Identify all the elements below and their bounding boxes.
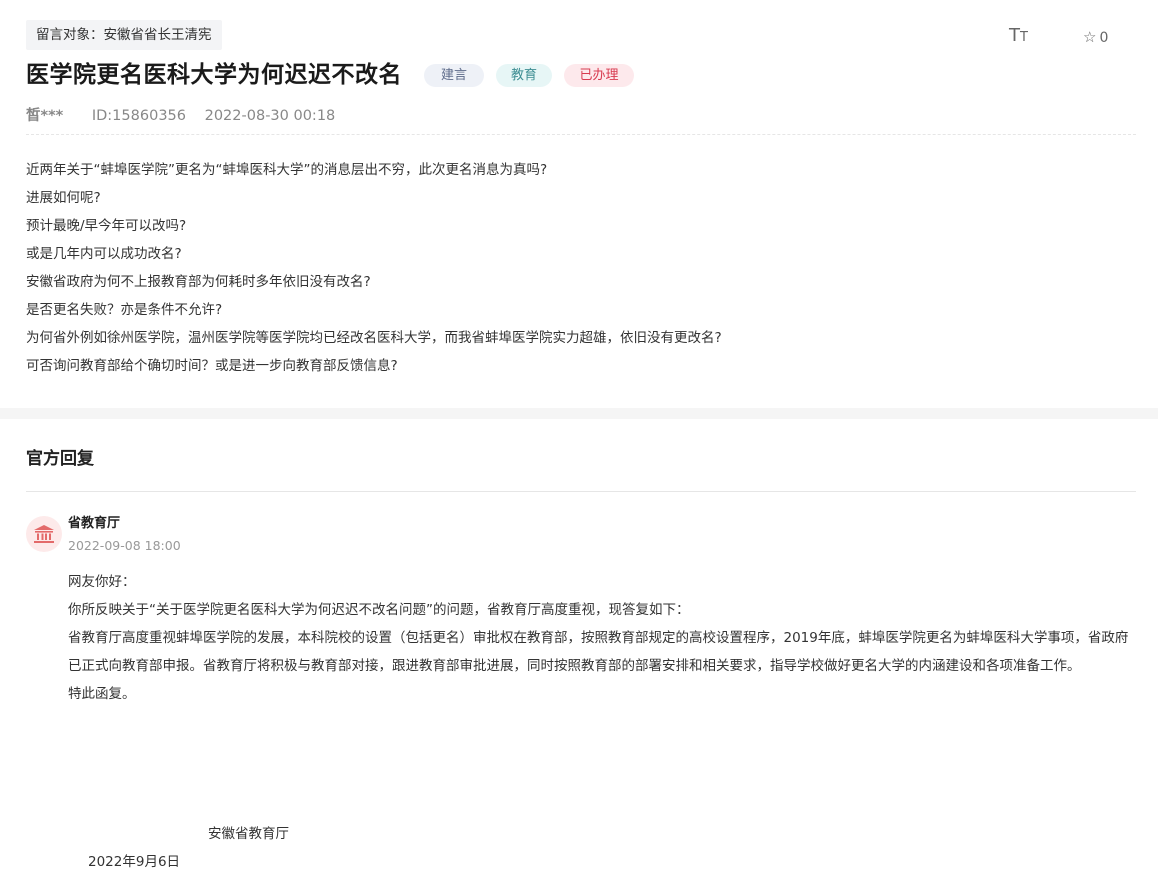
reply-paragraph: 你所反映关于“关于医学院更名医科大学为何迟迟不改名问题”的问题，省教育厅高度重视… xyxy=(68,602,690,618)
body-line: 为何省外例如徐州医学院，温州医学院等医学院均已经改名医科大学，而我省蚌埠医学院实… xyxy=(26,330,722,346)
author-name: 皙*** xyxy=(26,108,64,124)
signature-date: 2022年9月6日 xyxy=(88,854,181,870)
font-size-icon: TT xyxy=(1009,25,1028,46)
tag-status: 已办理 xyxy=(564,64,634,87)
favorite-button[interactable]: ☆ 0 xyxy=(1083,27,1108,48)
divider xyxy=(26,491,1136,492)
reply-paragraph: 网友你好： xyxy=(68,574,136,590)
star-icon: ☆ xyxy=(1083,28,1097,46)
signature-organization: 安徽省教育厅 xyxy=(208,826,289,842)
body-line: 进展如何呢? xyxy=(26,190,101,206)
reply-department: 省教育厅 xyxy=(68,516,121,531)
message-time: 2022-08-30 00:18 xyxy=(204,108,336,124)
body-line: 可否询问教育部给个确切时间？或是进一步向教育部反馈信息? xyxy=(26,358,398,374)
message-meta: 皙*** ID:15860356 2022-08-30 00:18 xyxy=(26,106,335,126)
body-line: 或是几年内可以成功改名? xyxy=(26,246,182,262)
favorite-count: 0 xyxy=(1099,30,1109,46)
body-line: 是否更名失败？亦是条件不允许? xyxy=(26,302,223,318)
reply-paragraph: 省教育厅高度重视蚌埠医学院的发展，本科院校的设置（包括更名）审批权在教育部，按照… xyxy=(68,630,1129,674)
tag-category: 教育 xyxy=(496,64,552,87)
reply-paragraph: 特此函复。 xyxy=(68,686,136,702)
department-avatar xyxy=(26,516,62,552)
tag-type: 建言 xyxy=(424,64,484,87)
message-title: 医学院更名医科大学为何迟迟不改名 xyxy=(26,62,402,88)
font-size-toggle-button[interactable]: TT xyxy=(1009,25,1028,49)
message-body: 近两年关于“蚌埠医学院”更名为“蚌埠医科大学”的消息层出不穷，此次更名消息为真吗… xyxy=(26,156,1136,380)
reply-time: 2022-09-08 18:00 xyxy=(68,538,181,553)
body-line: 预计最晚/早今年可以改吗? xyxy=(26,218,187,234)
body-line: 安徽省政府为何不上报教育部为何耗时多年依旧没有改名? xyxy=(26,274,371,290)
body-line: 近两年关于“蚌埠医学院”更名为“蚌埠医科大学”的消息层出不穷，此次更名消息为真吗… xyxy=(26,162,548,178)
message-id: ID:15860356 xyxy=(91,108,186,124)
message-section: 留言对象：安徽省省长王清宪 医学院更名医科大学为何迟迟不改名 建言 教育 已办理… xyxy=(0,0,1158,408)
message-target-chip: 留言对象：安徽省省长王清宪 xyxy=(26,20,222,50)
reply-section-title: 官方回复 xyxy=(26,449,94,469)
divider xyxy=(26,134,1136,135)
section-separator xyxy=(0,408,1158,419)
government-building-icon xyxy=(34,525,54,543)
reply-body: 网友你好： 你所反映关于“关于医学院更名医科大学为何迟迟不改名问题”的问题，省教… xyxy=(68,568,1138,708)
